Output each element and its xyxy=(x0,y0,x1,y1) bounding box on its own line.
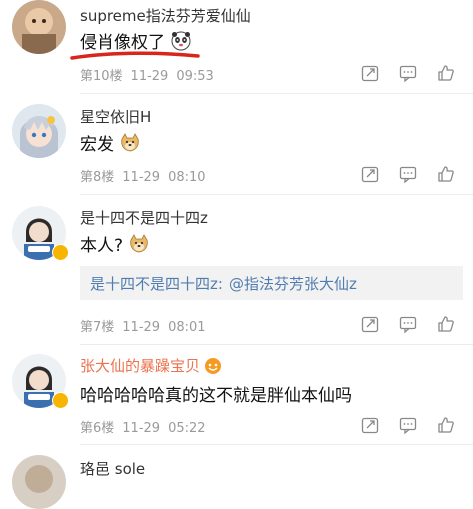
comment-icon[interactable] xyxy=(398,314,418,334)
comment-icon[interactable] xyxy=(398,63,418,83)
comment-date: 11-29 xyxy=(122,320,161,335)
panda-emoji-icon xyxy=(171,31,191,50)
comment-text: 宏发 xyxy=(80,130,140,155)
comment-date: 11-29 xyxy=(122,421,161,436)
comment-text-content: 宏发 xyxy=(80,135,114,155)
forward-icon[interactable] xyxy=(360,415,380,435)
commenter-name[interactable]: 是十四不是四十四z xyxy=(80,207,208,228)
comment-time: 05:22 xyxy=(168,421,206,436)
divider xyxy=(80,444,473,445)
forward-icon[interactable] xyxy=(360,164,380,184)
like-icon[interactable] xyxy=(436,164,456,184)
commenter-name[interactable]: 张大仙的暴躁宝贝 xyxy=(80,355,222,376)
vip-crown-icon xyxy=(205,357,222,374)
floor-number: 第6楼 xyxy=(80,421,115,436)
commenter-name[interactable]: 星空依旧H xyxy=(80,106,151,127)
verified-badge-icon xyxy=(52,244,69,261)
quoted-user[interactable]: 是十四不是四十四z: xyxy=(90,273,223,294)
comment-text-content: 本人? xyxy=(80,236,124,256)
divider xyxy=(80,194,473,195)
comment-meta: 第7楼 11-29 08:01 xyxy=(80,316,206,335)
floor-number: 第7楼 xyxy=(80,320,115,335)
comment-meta: 第6楼 11-29 05:22 xyxy=(80,417,206,436)
divider xyxy=(80,344,473,345)
comment-meta: 第10楼 11-29 09:53 xyxy=(80,65,214,84)
comment-icon[interactable] xyxy=(398,164,418,184)
action-bar xyxy=(360,415,456,435)
floor-number: 第10楼 xyxy=(80,69,123,84)
verified-badge-icon xyxy=(52,392,69,409)
doge-emoji-icon xyxy=(130,233,148,252)
comment-meta: 第8楼 11-29 08:10 xyxy=(80,166,206,185)
commenter-name[interactable]: supreme指法芬芳爱仙仙 xyxy=(80,5,251,26)
comment-date: 11-29 xyxy=(130,69,169,84)
action-bar xyxy=(360,164,456,184)
comment-icon[interactable] xyxy=(398,415,418,435)
avatar[interactable] xyxy=(12,0,66,54)
forward-icon[interactable] xyxy=(360,63,380,83)
comment-text: 本人? xyxy=(80,231,149,256)
comment-time: 08:10 xyxy=(168,170,206,185)
action-bar xyxy=(360,314,456,334)
floor-number: 第8楼 xyxy=(80,170,115,185)
comment-time: 08:01 xyxy=(168,320,206,335)
action-bar xyxy=(360,63,456,83)
red-underline-mark xyxy=(70,51,200,60)
commenter-name[interactable]: 珞邑 sole xyxy=(80,458,145,479)
comment-text-content: 哈哈哈哈哈真的这不就是胖仙本仙吗 xyxy=(80,386,352,406)
comment-date: 11-29 xyxy=(122,170,161,185)
quoted-mention[interactable]: @指法芬芳张大仙z xyxy=(229,273,357,294)
forward-icon[interactable] xyxy=(360,314,380,334)
comment-time: 09:53 xyxy=(176,69,214,84)
like-icon[interactable] xyxy=(436,415,456,435)
quoted-reply[interactable]: 是十四不是四十四z: @指法芬芳张大仙z xyxy=(80,266,463,300)
like-icon[interactable] xyxy=(436,63,456,83)
avatar[interactable] xyxy=(12,104,66,158)
divider xyxy=(80,93,473,94)
commenter-name-text[interactable]: 张大仙的暴躁宝贝 xyxy=(80,355,200,376)
comment-text: 哈哈哈哈哈真的这不就是胖仙本仙吗 xyxy=(80,381,352,406)
avatar[interactable] xyxy=(12,455,66,509)
doge-emoji-icon xyxy=(121,132,139,151)
like-icon[interactable] xyxy=(436,314,456,334)
